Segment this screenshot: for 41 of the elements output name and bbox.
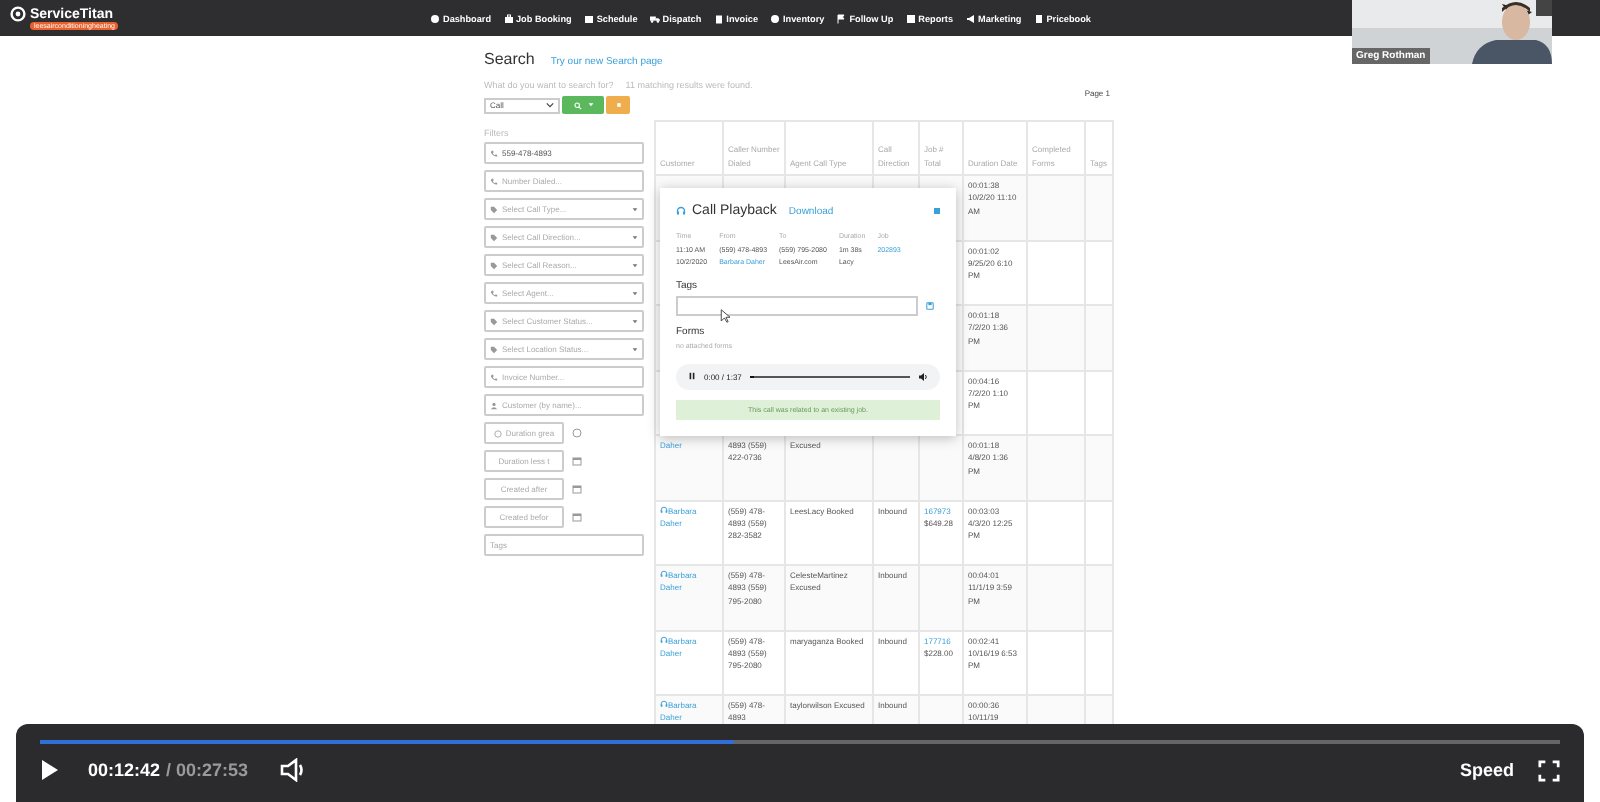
tag-icon [490,205,498,213]
phone-icon [490,373,498,381]
speed-button[interactable]: Speed [1459,760,1514,780]
fullscreen-icon[interactable] [1538,759,1560,781]
caret-icon [632,291,638,295]
caret-icon [587,102,593,108]
mouse-pointer-icon [720,308,730,324]
caret-icon [632,263,638,267]
headset-icon [660,635,668,643]
phone-icon [490,149,498,157]
save-icon[interactable] [926,301,934,310]
tag-icon [490,261,498,269]
volume-icon[interactable] [918,371,928,382]
truck-icon [649,13,660,23]
tag-icon [490,345,498,353]
headset-icon [676,206,686,216]
tag-icon [490,317,498,325]
flag-icon [836,13,847,23]
volume-icon[interactable] [280,758,309,782]
caret-icon [632,319,638,323]
search-icon [573,101,581,109]
phone-icon [490,289,498,297]
headset-icon [660,700,668,708]
headset-icon [660,505,668,513]
caret-icon [546,102,554,108]
caret-icon [632,207,638,211]
phone-icon [490,177,498,185]
pause-icon[interactable] [688,372,696,381]
megaphone-icon [965,13,976,23]
total-time: / 00:27:53 [166,760,249,780]
tags-input-field[interactable] [676,295,918,316]
page-title: Search [484,50,535,68]
caret-icon [632,235,638,239]
play-icon[interactable] [40,758,60,782]
elapsed-time: 00:12:42 [88,760,161,780]
headset-icon [660,570,668,578]
caret-icon [632,347,638,351]
tag-icon [490,233,498,241]
logo-icon [10,6,26,22]
person-icon [490,401,498,409]
briefcase-icon [503,13,513,23]
